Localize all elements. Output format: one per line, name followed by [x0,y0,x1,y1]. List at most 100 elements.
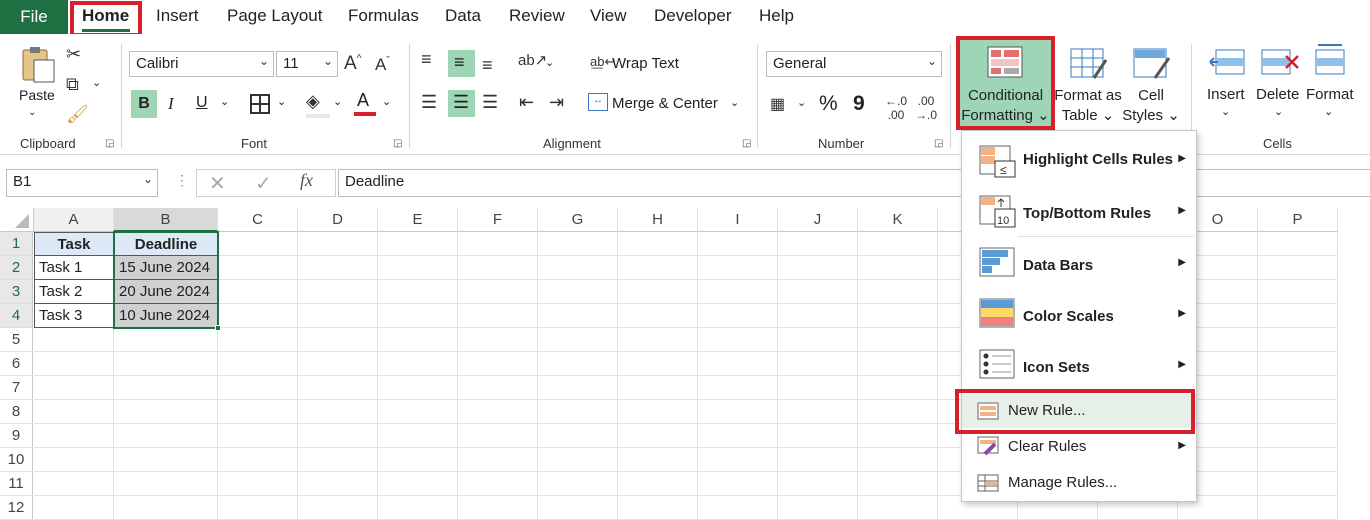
cancel-icon[interactable]: ✕ [209,171,226,196]
menu-item-manage-rules[interactable]: Manage Rules... [962,466,1196,500]
copy-icon[interactable]: ⧉ [66,74,79,95]
increase-font-icon[interactable]: A^ [344,53,361,75]
cell-C11[interactable] [218,472,298,496]
cell-F8[interactable] [458,400,538,424]
cell-K4[interactable] [858,304,938,328]
cell-D2[interactable] [298,256,378,280]
format-as-table-icon[interactable] [1070,46,1108,80]
column-header-J[interactable]: J [778,208,858,232]
cell-F1[interactable] [458,232,538,256]
cell-H11[interactable] [618,472,698,496]
cell-K9[interactable] [858,424,938,448]
cell-J7[interactable] [778,376,858,400]
enter-icon[interactable]: ✓ [255,171,272,196]
align-center-button[interactable]: ☰ [448,90,475,117]
cell-E7[interactable] [378,376,458,400]
cell-A9[interactable] [34,424,114,448]
cell-I9[interactable] [698,424,778,448]
tab-data[interactable]: Data [445,6,481,26]
cell-A12[interactable] [34,496,114,520]
underline-dropdown-icon[interactable]: ⌄ [220,95,229,108]
cell-K12[interactable] [858,496,938,520]
cell-E5[interactable] [378,328,458,352]
cell-P3[interactable] [1258,280,1338,304]
row-header-3[interactable]: 3 [0,280,33,304]
cell-styles-button[interactable]: Cell Styles ⌄ [1120,86,1182,126]
cell-C4[interactable] [218,304,298,328]
merge-center-button[interactable]: Merge & Center [612,95,718,112]
align-bottom-icon[interactable]: ≡ [482,55,493,76]
cell-H8[interactable] [618,400,698,424]
cell-A4[interactable]: Task 3 [34,304,114,328]
delete-cells-button[interactable]: Delete [1256,86,1299,103]
cell-F10[interactable] [458,448,538,472]
clipboard-launcher-icon[interactable]: ◲ [105,138,114,149]
cell-P6[interactable] [1258,352,1338,376]
font-color-button[interactable]: A [357,90,369,111]
delete-dropdown-icon[interactable]: ⌄ [1274,105,1283,118]
name-box[interactable]: B1 ⌄ [6,169,158,197]
menu-item-data-bars[interactable]: Data Bars ▶ [962,241,1196,287]
borders-icon[interactable] [250,94,270,114]
cell-G10[interactable] [538,448,618,472]
decrease-decimal-icon[interactable]: .00 →.0 [915,94,937,122]
cell-E2[interactable] [378,256,458,280]
menu-item-icon-sets[interactable]: Icon Sets ▶ [962,343,1196,389]
cell-C5[interactable] [218,328,298,352]
cell-A6[interactable] [34,352,114,376]
cell-F2[interactable] [458,256,538,280]
insert-dropdown-icon[interactable]: ⌄ [1221,105,1230,118]
delete-cells-icon[interactable] [1260,46,1300,78]
cell-H1[interactable] [618,232,698,256]
cell-I2[interactable] [698,256,778,280]
cell-H2[interactable] [618,256,698,280]
cell-D9[interactable] [298,424,378,448]
cell-I1[interactable] [698,232,778,256]
cell-E9[interactable] [378,424,458,448]
menu-item-top-bottom-rules[interactable]: 10 Top/Bottom Rules ▶ [962,189,1196,235]
cell-P4[interactable] [1258,304,1338,328]
cell-G2[interactable] [538,256,618,280]
orientation-dropdown-icon[interactable]: ⌄ [545,56,554,69]
cell-H12[interactable] [618,496,698,520]
formula-input[interactable]: Deadline [338,169,1370,197]
more-options-icon[interactable]: ⋮ [175,172,189,189]
cell-I8[interactable] [698,400,778,424]
align-right-icon[interactable]: ☰ [482,92,498,113]
tab-file[interactable]: File [0,0,68,34]
fill-handle[interactable] [215,325,221,331]
cell-E11[interactable] [378,472,458,496]
cell-H6[interactable] [618,352,698,376]
menu-item-clear-rules[interactable]: Clear Rules ▶ [962,430,1196,464]
cell-C3[interactable] [218,280,298,304]
cell-J2[interactable] [778,256,858,280]
tab-view[interactable]: View [590,6,627,26]
cell-B7[interactable] [114,376,218,400]
cell-K10[interactable] [858,448,938,472]
column-header-C[interactable]: C [218,208,298,232]
cell-J1[interactable] [778,232,858,256]
tab-review[interactable]: Review [509,6,565,26]
column-header-D[interactable]: D [298,208,378,232]
wrap-text-button[interactable]: Wrap Text [612,55,679,72]
cell-I3[interactable] [698,280,778,304]
cell-E12[interactable] [378,496,458,520]
cell-E6[interactable] [378,352,458,376]
column-header-E[interactable]: E [378,208,458,232]
number-format-select[interactable]: General ⌄ [766,51,942,77]
cell-H4[interactable] [618,304,698,328]
underline-button[interactable]: U [196,94,208,112]
copy-dropdown-icon[interactable]: ⌄ [92,76,101,89]
format-cells-icon[interactable] [1312,42,1348,78]
cell-G5[interactable] [538,328,618,352]
cut-icon[interactable]: ✂ [66,44,81,65]
cell-F3[interactable] [458,280,538,304]
cell-D11[interactable] [298,472,378,496]
cell-D12[interactable] [298,496,378,520]
cell-C12[interactable] [218,496,298,520]
cell-J10[interactable] [778,448,858,472]
fill-color-icon[interactable]: ◈ [306,91,320,112]
cell-B6[interactable] [114,352,218,376]
cell-D4[interactable] [298,304,378,328]
cell-C7[interactable] [218,376,298,400]
